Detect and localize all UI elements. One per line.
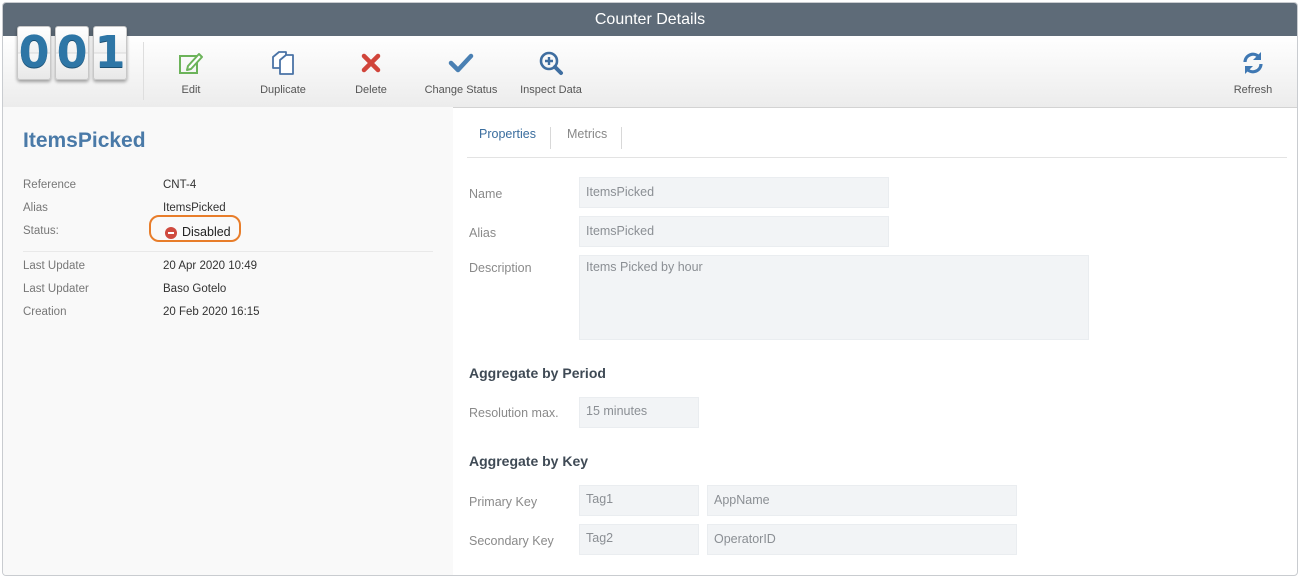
- secondary-key-value-field[interactable]: OperatorID: [707, 524, 1017, 555]
- last-updater-value: Baso Gotelo: [163, 283, 227, 295]
- alias-field[interactable]: ItemsPicked: [579, 216, 889, 247]
- creation-value: 20 Feb 2020 16:15: [163, 306, 260, 318]
- creation-label: Creation: [23, 306, 67, 318]
- tab-properties[interactable]: Properties: [479, 127, 536, 141]
- resolution-field[interactable]: 15 minutes: [579, 397, 699, 428]
- duplicate-button[interactable]: Duplicate: [247, 36, 319, 104]
- summary-divider: [23, 251, 433, 252]
- counter-details-window: Counter Details 0 0 1 Edit Duplicate Del…: [2, 2, 1298, 576]
- checkmark-icon: [448, 53, 474, 73]
- window-title: Counter Details: [3, 3, 1297, 36]
- secondary-key-label: Secondary Key: [469, 534, 554, 548]
- summary-panel: ItemsPicked Reference CNT-4 Alias ItemsP…: [3, 107, 453, 575]
- name-label: Name: [469, 187, 503, 201]
- edit-label: Edit: [181, 84, 201, 96]
- last-updater-row: Last Updater Baso Gotelo: [23, 283, 226, 295]
- refresh-label: Refresh: [1233, 84, 1273, 96]
- duplicate-label: Duplicate: [260, 84, 306, 96]
- status-value: Disabled: [182, 225, 231, 239]
- aggregate-period-heading: Aggregate by Period: [469, 365, 606, 381]
- last-update-value: 20 Apr 2020 10:49: [163, 260, 257, 272]
- tab-metrics[interactable]: Metrics: [567, 127, 607, 141]
- edit-icon: [179, 53, 203, 74]
- delete-label: Delete: [355, 84, 387, 96]
- toolbar-divider: [143, 42, 144, 100]
- status-row: Status: Disabled: [23, 215, 241, 242]
- primary-key-value-field[interactable]: AppName: [707, 485, 1017, 516]
- tab-divider: [550, 127, 551, 149]
- change-status-label: Change Status: [424, 84, 498, 96]
- last-update-label: Last Update: [23, 260, 86, 272]
- counter-digit: 0: [17, 26, 51, 80]
- details-tabs: Properties Metrics: [467, 125, 1287, 158]
- last-updater-label: Last Updater: [23, 283, 89, 295]
- details-panel: Properties Metrics Name ItemsPicked Alia…: [455, 107, 1297, 575]
- delete-button[interactable]: Delete: [337, 36, 405, 104]
- primary-key-label: Primary Key: [469, 495, 538, 509]
- duplicate-icon: [272, 51, 294, 75]
- edit-button[interactable]: Edit: [155, 36, 227, 104]
- alias-label: Alias: [23, 202, 48, 214]
- delete-icon: [361, 53, 381, 73]
- name-field[interactable]: ItemsPicked: [579, 177, 889, 208]
- alias-value: ItemsPicked: [163, 202, 226, 214]
- resolution-label: Resolution max.: [469, 406, 559, 420]
- secondary-key-tag-field[interactable]: Tag2: [579, 524, 699, 555]
- reference-row: Reference CNT-4: [23, 179, 196, 191]
- disabled-status-icon: [165, 227, 177, 239]
- description-label: Description: [469, 261, 532, 275]
- last-update-row: Last Update 20 Apr 2020 10:49: [23, 260, 257, 272]
- counter-digit: 0: [55, 26, 89, 80]
- counter-digit: 1: [93, 26, 127, 80]
- tab-divider: [621, 127, 622, 149]
- inspect-data-label: Inspect Data: [520, 84, 582, 96]
- primary-key-tag-field[interactable]: Tag1: [579, 485, 699, 516]
- inspect-data-icon: [539, 51, 563, 75]
- aggregate-key-heading: Aggregate by Key: [469, 453, 589, 469]
- toolbar: 0 0 1 Edit Duplicate Delete Change Statu…: [3, 26, 1297, 108]
- reference-value: CNT-4: [163, 179, 197, 191]
- alias-row: Alias ItemsPicked: [23, 202, 226, 214]
- refresh-button[interactable]: Refresh: [1223, 36, 1283, 104]
- refresh-icon: [1243, 52, 1263, 74]
- inspect-data-button[interactable]: Inspect Data: [513, 36, 589, 104]
- status-label: Status:: [23, 225, 59, 237]
- description-field[interactable]: Items Picked by hour: [579, 255, 1089, 340]
- creation-row: Creation 20 Feb 2020 16:15: [23, 306, 260, 318]
- counter-display: 0 0 1: [17, 26, 127, 80]
- counter-name-title: ItemsPicked: [23, 129, 146, 152]
- change-status-button[interactable]: Change Status: [420, 36, 502, 104]
- alias-field-label: Alias: [469, 226, 497, 240]
- reference-label: Reference: [23, 179, 77, 191]
